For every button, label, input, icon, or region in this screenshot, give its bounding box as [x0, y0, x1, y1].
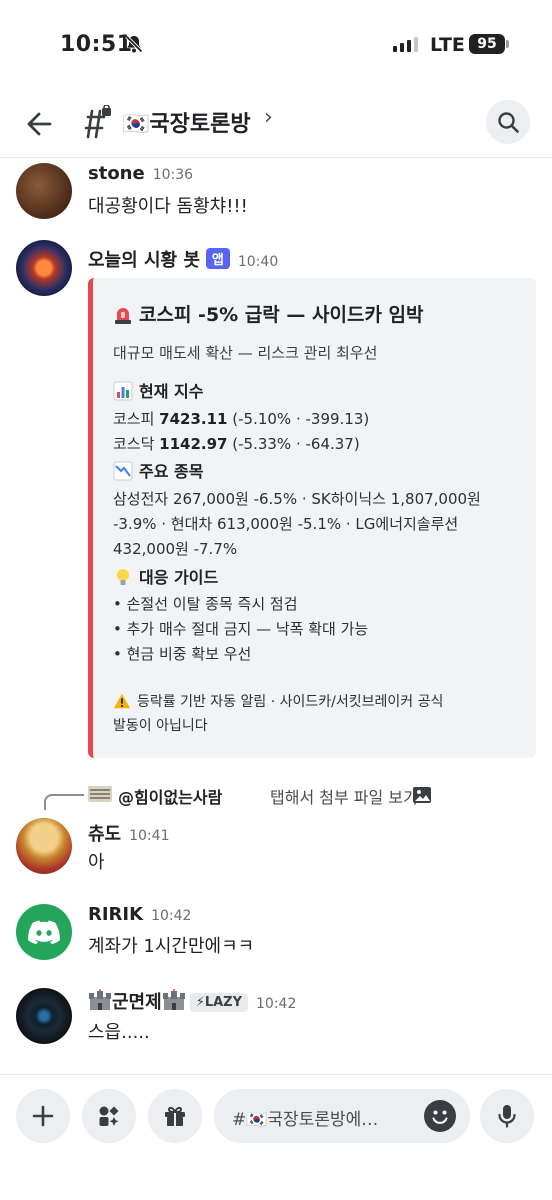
mic-icon: [498, 1105, 516, 1128]
guide-item: • 추가 매수 절대 금지 — 낙폭 확대 가능: [113, 620, 369, 638]
guide-heading: 대응 가이드: [113, 564, 218, 588]
signal-icon: [393, 36, 418, 52]
embed-title: 코스피 -5% 급락 — 사이드카 임박: [113, 300, 424, 327]
kospi-line: 코스피 7423.11 (-5.10% · -399.13): [113, 408, 369, 429]
chart-down-icon: [113, 461, 133, 481]
author-name[interactable]: 츄도 10:41: [88, 820, 169, 846]
kosdaq-value: 1142.97: [159, 435, 228, 453]
author-label: 츄도: [88, 824, 122, 845]
avatar[interactable]: [16, 163, 72, 219]
timestamp: 10:41: [129, 828, 170, 844]
gift-button[interactable]: [148, 1089, 202, 1143]
author-label: stone: [88, 163, 145, 184]
battery-tip: [506, 40, 509, 48]
market-alert-embed: 코스피 -5% 급락 — 사이드카 임박 대규모 매도세 확산 — 리스크 관리…: [88, 278, 536, 758]
kosdaq-line: 코스닥 1142.97 (-5.33% · -64.37): [113, 433, 360, 454]
author-label: 군면제: [112, 992, 162, 1013]
author-label: RIRIK: [88, 904, 144, 925]
embed-description: 대규모 매도세 확산 — 리스크 관리 최우선: [113, 344, 378, 362]
smile-icon: [432, 1110, 448, 1124]
avatar[interactable]: [16, 240, 72, 296]
bell-muted-icon: [125, 35, 143, 53]
timestamp: 10:40: [237, 254, 279, 270]
kosdaq-label: 코스닥: [113, 435, 160, 453]
avatar[interactable]: [16, 904, 72, 960]
status-time: 10:51: [60, 32, 133, 57]
guide-item: • 현금 비중 확보 우선: [113, 645, 252, 663]
back-arrow-icon: [27, 112, 52, 136]
app-badge: 앱: [205, 248, 230, 269]
embed-footer: 등락률 기반 자동 알림 · 사이드카/서킷브레이커 공식: [113, 691, 443, 711]
timestamp: 10:36: [152, 167, 194, 183]
kospi-value: 7423.11: [159, 410, 228, 428]
voice-message-button[interactable]: [480, 1089, 534, 1143]
message-text: 대공황이다 돔황챠!!!: [88, 196, 248, 217]
author-name[interactable]: stone 10:36: [88, 163, 193, 184]
embed-footer-text: 등락률 기반 자동 알림 · 사이드카/서킷브레이커 공식: [137, 694, 444, 710]
kospi-label: 코스피: [113, 410, 160, 428]
siren-icon: [115, 308, 131, 324]
stocks-line: 삼성전자 267,000원 -6.5% · SK하이닉스 1,807,000원: [113, 490, 481, 508]
battery-icon: 95: [469, 34, 505, 54]
stocks-line: -3.9% · 현대차 613,000원 -5.1% · LG에너지솔루션: [113, 515, 459, 533]
stocks-heading: 주요 종목: [113, 458, 203, 482]
reply-reference[interactable]: @힘이없는사람 탭해서 첨부 파일 보기: [44, 784, 544, 814]
add-attachment-button[interactable]: [16, 1089, 70, 1143]
guide-item: • 손절선 이탈 종목 즉시 점검: [113, 595, 298, 613]
author-label: 오늘의 시황 봇: [88, 250, 200, 271]
timestamp: 10:42: [256, 996, 297, 1012]
stocks-line: 432,000원 -7.7%: [113, 540, 238, 558]
author-name[interactable]: 오늘의 시황 봇 앱 10:40: [88, 246, 278, 272]
message-input-placeholder: #🇰🇷국장토론방에…: [232, 1110, 379, 1130]
message-text: 계좌가 1시간만에ㅋㅋ: [88, 936, 255, 957]
avatar[interactable]: [16, 818, 72, 874]
chevron-right-icon[interactable]: ›: [264, 105, 273, 130]
reply-mention[interactable]: @힘이없는사람: [118, 784, 222, 808]
channel-header: 🇰🇷국장토론방 ›: [0, 92, 552, 158]
hash-lock-icon: [84, 105, 111, 139]
gift-icon: [165, 1106, 185, 1126]
emoji-button[interactable]: [424, 1100, 456, 1132]
author-name[interactable]: 군면제 ⚡LAZY 10:42: [88, 988, 296, 1014]
apps-icon: [99, 1106, 119, 1126]
message-input[interactable]: #🇰🇷국장토론방에…: [214, 1089, 470, 1143]
index-heading: 현재 지수: [113, 378, 203, 402]
apps-button[interactable]: [82, 1089, 136, 1143]
warning-icon: [113, 693, 131, 709]
avatar[interactable]: [16, 988, 72, 1044]
castle-icon: [89, 989, 111, 1010]
embed-footer-line2: 발동이 아닙니다: [113, 718, 208, 734]
reply-text: 탭해서 첨부 파일 보기: [270, 788, 418, 807]
message-text: 스읍.....: [88, 1022, 150, 1043]
role-badge: ⚡LAZY: [189, 993, 248, 1012]
index-heading-text: 현재 지수: [139, 382, 204, 401]
embed-title-text: 코스피 -5% 급락 — 사이드카 임박: [139, 304, 424, 326]
reply-avatar-icon: [88, 786, 112, 802]
message-text: 아: [88, 852, 105, 873]
search-button[interactable]: [486, 100, 530, 144]
kosdaq-change: (-5.33% · -64.37): [227, 435, 360, 453]
status-bar: 10:51 LTE 95: [0, 0, 552, 90]
timestamp: 10:42: [151, 908, 192, 924]
channel-title[interactable]: 🇰🇷국장토론방: [122, 106, 251, 138]
message-composer-bar: #🇰🇷국장토론방에…: [0, 1074, 552, 1200]
reply-connector: [44, 794, 84, 810]
castle-icon: [162, 989, 185, 1010]
lightbulb-icon: [117, 569, 129, 585]
back-button[interactable]: [22, 106, 58, 142]
bar-chart-icon: [113, 381, 133, 401]
author-name[interactable]: RIRIK 10:42: [88, 904, 191, 925]
plus-icon: [32, 1105, 54, 1127]
discord-logo-icon: [28, 920, 60, 944]
stocks-heading-text: 주요 종목: [139, 462, 204, 481]
search-icon: [498, 112, 519, 133]
kospi-change: (-5.10% · -399.13): [227, 410, 370, 428]
guide-heading-text: 대응 가이드: [139, 568, 219, 587]
network-type: LTE: [430, 34, 465, 56]
image-icon: [413, 787, 431, 803]
